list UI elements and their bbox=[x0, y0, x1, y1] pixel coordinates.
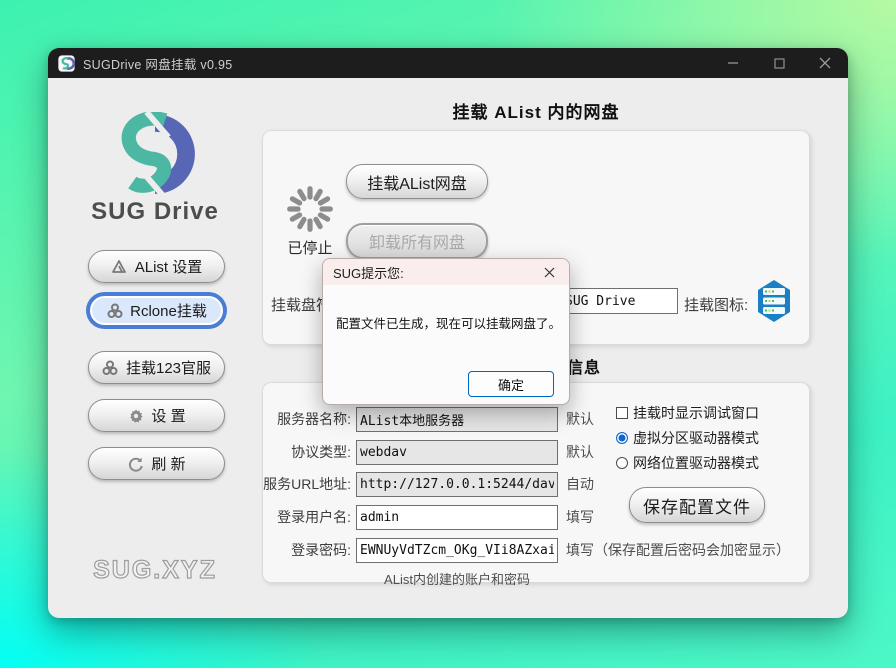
alert-dialog: SUG提示您: 配置文件已生成，现在可以挂载网盘了。 确定 bbox=[322, 258, 570, 405]
titlebar: SUGDrive 网盘挂载 v0.95 bbox=[48, 48, 848, 78]
username-status: 填写 bbox=[566, 507, 594, 527]
url-label: 服务URL地址: bbox=[263, 474, 351, 494]
refresh-icon bbox=[127, 455, 144, 472]
server-name-status: 默认 bbox=[566, 409, 594, 429]
username-input[interactable] bbox=[356, 505, 558, 530]
account-hint: AList内创建的账户和密码 bbox=[356, 569, 558, 588]
save-config-button[interactable]: 保存配置文件 bbox=[629, 487, 765, 523]
virtual-drive-label: 虚拟分区驱动器模式 bbox=[633, 428, 759, 448]
mount-alist-button[interactable]: 挂载AList网盘 bbox=[346, 164, 488, 199]
maximize-button[interactable] bbox=[756, 48, 802, 78]
server-panel: 服务器名称: 默认 协议类型: 默认 服务URL地址: 自动 登录用户名: 填写… bbox=[262, 382, 810, 583]
radio-selected-icon bbox=[616, 432, 628, 444]
server-hexagon-icon[interactable] bbox=[758, 280, 790, 322]
password-label: 登录密码: bbox=[263, 540, 351, 560]
window-title: SUGDrive 网盘挂载 v0.95 bbox=[83, 54, 232, 73]
sidebar-item-rclone-mount[interactable]: Rclone挂载 bbox=[88, 294, 225, 327]
dialog-close-icon[interactable] bbox=[535, 259, 563, 285]
spinner-icon bbox=[285, 184, 335, 234]
page-title: 挂载 AList 内的网盘 bbox=[262, 98, 810, 123]
password-status: 填写（保存配置后密码会加密显示） bbox=[566, 540, 790, 560]
sidebar-item-label: Rclone挂载 bbox=[130, 300, 207, 321]
rclone-icon bbox=[102, 359, 119, 376]
url-status: 自动 bbox=[566, 474, 594, 494]
sidebar-item-refresh[interactable]: 刷 新 bbox=[88, 447, 225, 480]
sugdrive-logo bbox=[110, 112, 200, 196]
drive-name-input[interactable] bbox=[560, 288, 678, 314]
sidebar-item-label: AList 设置 bbox=[135, 256, 203, 277]
dialog-title: SUG提示您: bbox=[323, 259, 569, 285]
gear-icon bbox=[127, 407, 144, 424]
radio-icon bbox=[616, 457, 628, 469]
close-button[interactable] bbox=[802, 48, 848, 78]
sidebar-item-label: 设 置 bbox=[151, 405, 185, 426]
sidebar-item-settings[interactable]: 设 置 bbox=[88, 399, 225, 432]
server-name-label: 服务器名称: bbox=[263, 409, 351, 429]
network-drive-radio[interactable]: 网络位置驱动器模式 bbox=[616, 453, 759, 473]
dialog-ok-button[interactable]: 确定 bbox=[468, 371, 554, 397]
app-window: SUGDrive 网盘挂载 v0.95 SUG Drive AList 设置 bbox=[48, 48, 848, 618]
checkbox-icon bbox=[616, 407, 628, 419]
server-name-input[interactable] bbox=[356, 407, 558, 432]
unmount-all-button[interactable]: 卸载所有网盘 bbox=[346, 223, 488, 259]
virtual-drive-radio[interactable]: 虚拟分区驱动器模式 bbox=[616, 428, 759, 448]
network-drive-label: 网络位置驱动器模式 bbox=[633, 453, 759, 473]
protocol-label: 协议类型: bbox=[263, 442, 351, 462]
alist-icon bbox=[111, 258, 128, 275]
username-label: 登录用户名: bbox=[263, 507, 351, 527]
protocol-status: 默认 bbox=[566, 442, 594, 462]
rclone-icon bbox=[106, 302, 123, 319]
footer-brand: SUG.XYZ bbox=[65, 556, 245, 585]
debug-window-label: 挂载时显示调试窗口 bbox=[633, 403, 759, 423]
mount-status: 已停止 bbox=[269, 237, 351, 258]
mount-icon-label: 挂载图标: bbox=[684, 294, 748, 315]
url-input[interactable] bbox=[356, 472, 558, 497]
minimize-button[interactable] bbox=[710, 48, 756, 78]
protocol-input[interactable] bbox=[356, 440, 558, 465]
sidebar-item-alist-settings[interactable]: AList 设置 bbox=[88, 250, 225, 283]
sidebar-item-mount-123[interactable]: 挂载123官服 bbox=[88, 351, 225, 384]
brand-text: SUG Drive bbox=[65, 198, 245, 226]
sidebar-item-label: 刷 新 bbox=[151, 453, 185, 474]
dialog-message: 配置文件已生成，现在可以挂载网盘了。 bbox=[336, 313, 561, 332]
sidebar-item-label: 挂载123官服 bbox=[126, 357, 211, 378]
debug-window-checkbox[interactable]: 挂载时显示调试窗口 bbox=[616, 403, 759, 423]
password-input[interactable] bbox=[356, 538, 558, 563]
app-logo-icon bbox=[58, 55, 75, 72]
